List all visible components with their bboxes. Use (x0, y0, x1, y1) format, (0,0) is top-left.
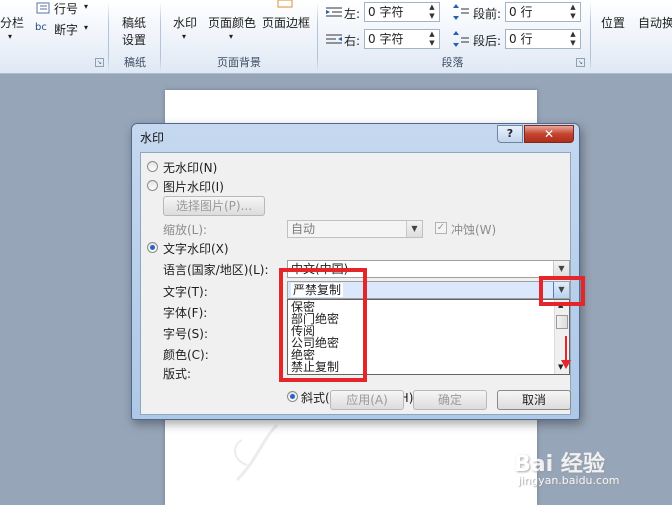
size-label: 字号(S): (163, 327, 209, 341)
layout-label: 版式: (163, 367, 192, 381)
decorative-leaf-icon (234, 423, 279, 482)
apply-button[interactable]: 应用(A) (330, 390, 404, 410)
columns-button[interactable]: 分栏 (0, 14, 24, 31)
text-watermark-radio[interactable] (147, 242, 158, 253)
dialog-title: 水印 (140, 131, 165, 145)
manuscript-settings-button-line2[interactable]: 设置 (122, 31, 146, 48)
spacing-before-input[interactable]: 0 行 ▲ ▼ (505, 2, 581, 22)
washout-checkbox[interactable]: ✓ (435, 222, 447, 234)
language-label: 语言(国家/地区)(L): (163, 263, 269, 277)
autowrap-button[interactable]: 自动换 (638, 14, 672, 31)
indent-left-input[interactable]: 0 字符 ▲ ▼ (364, 2, 440, 22)
manuscript-group-label: 稿纸 (124, 56, 146, 69)
page-color-dropdown-icon[interactable]: ▾ (229, 32, 233, 41)
line-numbers-dropdown-icon[interactable]: ▾ (84, 2, 88, 11)
spin-arrows-icon[interactable]: ▲ ▼ (568, 3, 578, 21)
position-button[interactable]: 位置 (601, 14, 625, 31)
watermark-button[interactable]: 水印 (173, 14, 197, 31)
page-setup-launcher-icon[interactable]: ↘ (95, 58, 104, 67)
ribbon: 分栏 ▾ 行号 ▾ bc 断字 ▾ ↘ 稿纸 设置 稿纸 水印 ▾ 页面颜色 ▾… (0, 0, 672, 74)
annotation-box-list (279, 268, 367, 382)
spacing-before-icon (453, 4, 469, 20)
page-border-icon (277, 0, 293, 8)
language-dropdown-icon[interactable]: ▼ (553, 261, 569, 277)
hyphenation-icon: bc (35, 22, 47, 33)
paragraph-launcher-icon[interactable]: ↘ (576, 58, 585, 67)
annotation-arrow-icon (561, 336, 571, 369)
color-label: 颜色(C): (163, 348, 209, 362)
ribbon-separator (317, 2, 318, 72)
spacing-after-input[interactable]: 0 行 ▲ ▼ (505, 29, 581, 49)
text-label: 文字(T): (163, 285, 208, 299)
scale-value: 自动 (291, 222, 316, 236)
no-watermark-radio[interactable] (147, 161, 158, 172)
annotation-box-dropdown (539, 276, 585, 306)
line-numbers-icon (36, 2, 50, 14)
scale-label: 缩放(L): (163, 223, 208, 237)
indent-right-input[interactable]: 0 字符 ▲ ▼ (364, 29, 440, 49)
help-button[interactable]: ? (497, 125, 523, 143)
page-color-button[interactable]: 页面颜色 (208, 14, 256, 31)
indent-right-icon (326, 34, 342, 44)
page-border-button[interactable]: 页面边框 (262, 14, 310, 31)
spin-arrows-icon[interactable]: ▲ ▼ (568, 30, 578, 48)
hyphenation-button[interactable]: 断字 (54, 21, 78, 38)
page-background-group-label: 页面背景 (217, 56, 261, 69)
select-picture-button[interactable]: 选择图片(P)... (163, 196, 265, 216)
picture-watermark-radio[interactable] (147, 180, 158, 191)
paragraph-group-label: 段落 (441, 56, 464, 69)
spacing-after-icon (453, 31, 469, 47)
hyphenation-dropdown-icon[interactable]: ▾ (84, 23, 88, 32)
picture-watermark-label[interactable]: 图片水印(I) (163, 178, 224, 195)
text-watermark-label[interactable]: 文字水印(X) (163, 240, 229, 257)
ribbon-separator (160, 2, 161, 72)
spin-arrows-icon[interactable]: ▲ ▼ (427, 3, 437, 21)
spacing-after-label: 段后: (473, 34, 502, 48)
indent-left-label: 左: (344, 7, 361, 21)
washout-label[interactable]: 冲蚀(W) (451, 221, 496, 238)
no-watermark-label[interactable]: 无水印(N) (163, 159, 217, 176)
manuscript-settings-button[interactable]: 稿纸 (122, 14, 146, 31)
spacing-after-value: 0 行 (509, 32, 533, 46)
indent-left-value: 0 字符 (368, 5, 404, 19)
font-label: 字体(F): (163, 306, 208, 320)
ok-button[interactable]: 确定 (413, 390, 487, 410)
watermark-dropdown-icon[interactable]: ▾ (182, 32, 186, 41)
spin-arrows-icon[interactable]: ▲ ▼ (427, 30, 437, 48)
scroll-thumb[interactable] (556, 315, 568, 329)
ribbon-separator (590, 2, 591, 72)
scale-select[interactable]: 自动 ▼ (287, 220, 423, 238)
cancel-button[interactable]: 取消 (497, 390, 571, 410)
line-numbers-button[interactable]: 行号 (54, 0, 78, 17)
diagonal-radio[interactable] (287, 391, 298, 402)
indent-left-icon (326, 7, 342, 17)
indent-right-value: 0 字符 (368, 32, 404, 46)
ribbon-separator (108, 2, 109, 72)
columns-dropdown-icon[interactable]: ▾ (8, 32, 12, 41)
scale-dropdown-icon[interactable]: ▼ (406, 221, 422, 237)
baidu-url: jingyan.baidu.com (518, 474, 620, 487)
spacing-before-value: 0 行 (509, 5, 533, 19)
indent-right-label: 右: (344, 34, 361, 48)
close-button[interactable]: ✕ (524, 125, 574, 143)
spacing-before-label: 段前: (473, 7, 502, 21)
